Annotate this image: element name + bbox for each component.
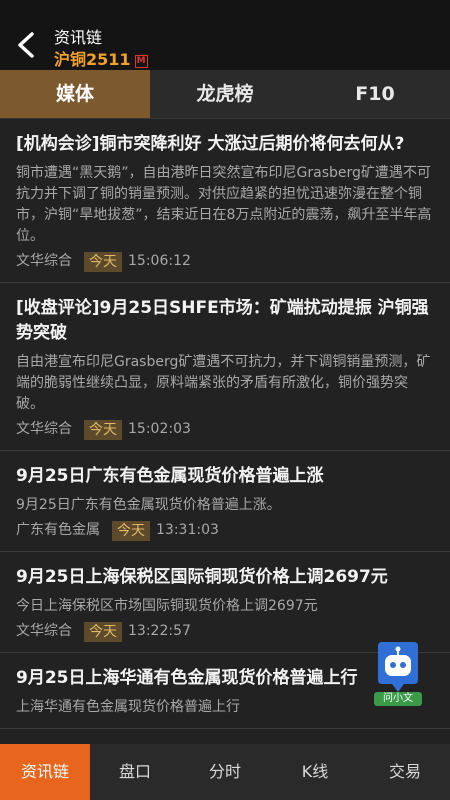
news-summary: 上海华通有色金属现货价格普遍上行 bbox=[16, 699, 240, 715]
bottom-nav: 资讯链 盘口 分时 K线 交易 bbox=[0, 744, 450, 800]
news-time: 13:31:03 bbox=[156, 522, 219, 538]
news-item[interactable]: 9月25日广东有色金属现货价格普遍上涨 9月25日广东有色金属现货价格普遍上涨。… bbox=[0, 451, 450, 552]
today-badge: 今天 bbox=[112, 520, 150, 541]
news-title: 9月25日广东有色金属现货价格普遍上涨 bbox=[16, 466, 324, 486]
news-time: 15:02:03 bbox=[128, 421, 191, 437]
news-meta: 文华综合 今天 15:06:12 bbox=[16, 251, 434, 272]
nav-news-chain[interactable]: 资讯链 bbox=[0, 744, 90, 800]
main-contract-badge: M bbox=[134, 55, 148, 68]
news-item[interactable]: 9月25日上海保税区国际铜现货价格上调2697元 今日上海保税区市场国际铜现货价… bbox=[0, 552, 450, 653]
news-source: 广东有色金属 bbox=[16, 522, 100, 538]
news-meta: 文华综合 今天 15:02:03 bbox=[16, 419, 434, 440]
news-meta: 广东有色金属 今天 13:31:03 bbox=[16, 520, 434, 541]
news-meta: 文华综合 今天 13:22:57 bbox=[16, 621, 434, 642]
news-summary: 铜市遭遇“黑天鹅”，自由港昨日突然宣布印尼Grasberg矿遭遇不可抗力并下调了… bbox=[16, 165, 432, 244]
top-header: 资讯链 沪铜2511 M bbox=[0, 0, 450, 70]
contract-code: 沪铜2511 bbox=[54, 50, 131, 69]
contract-name: 沪铜2511 M bbox=[54, 46, 148, 70]
back-arrow-icon bbox=[18, 32, 34, 58]
news-summary: 9月25日广东有色金属现货价格普遍上涨。 bbox=[16, 497, 281, 513]
today-badge: 今天 bbox=[84, 621, 122, 642]
news-summary: 自由港宣布印尼Grasberg矿遭遇不可抗力，并下调铜销量预测，矿端的脆弱性继续… bbox=[16, 354, 431, 412]
news-title: 9月25日上海保税区国际铜现货价格上调2697元 bbox=[16, 567, 388, 587]
page-title: 资讯链 bbox=[54, 28, 103, 47]
assistant-label: 问小文 bbox=[374, 692, 422, 706]
today-badge: 今天 bbox=[84, 419, 122, 440]
news-time: 13:22:57 bbox=[128, 623, 191, 639]
nav-order-book[interactable]: 盘口 bbox=[90, 744, 180, 800]
news-title: 9月25日上海华通有色金属现货价格普遍上行 bbox=[16, 668, 358, 688]
news-time: 15:06:12 bbox=[128, 253, 191, 269]
news-summary: 今日上海保税区市场国际铜现货价格上调2697元 bbox=[16, 598, 318, 614]
news-source: 文华综合 bbox=[16, 253, 72, 269]
news-item[interactable]: [收盘评论]9月25日SHFE市场：矿端扰动提振 沪铜强势突破 自由港宣布印尼G… bbox=[0, 283, 450, 451]
news-source: 文华综合 bbox=[16, 623, 72, 639]
tab-bar: 媒体 龙虎榜 F10 bbox=[0, 70, 450, 119]
assistant-button[interactable]: 问小文 bbox=[374, 640, 422, 706]
robot-assistant-icon bbox=[378, 642, 418, 692]
tab-dragon-tiger[interactable]: 龙虎榜 bbox=[150, 70, 300, 118]
news-title: [机构会诊]铜市突降利好 大涨过后期价将何去何从? bbox=[16, 134, 405, 154]
news-source: 文华综合 bbox=[16, 421, 72, 437]
today-badge: 今天 bbox=[84, 251, 122, 272]
news-item[interactable]: [机构会诊]铜市突降利好 大涨过后期价将何去何从? 铜市遭遇“黑天鹅”，自由港昨… bbox=[0, 119, 450, 283]
nav-kline[interactable]: K线 bbox=[270, 744, 360, 800]
tab-f10[interactable]: F10 bbox=[300, 70, 450, 118]
news-title: [收盘评论]9月25日SHFE市场：矿端扰动提振 沪铜强势突破 bbox=[16, 298, 429, 343]
tab-media[interactable]: 媒体 bbox=[0, 70, 150, 118]
nav-trade[interactable]: 交易 bbox=[360, 744, 450, 800]
nav-intraday[interactable]: 分时 bbox=[180, 744, 270, 800]
back-button[interactable] bbox=[14, 30, 38, 60]
